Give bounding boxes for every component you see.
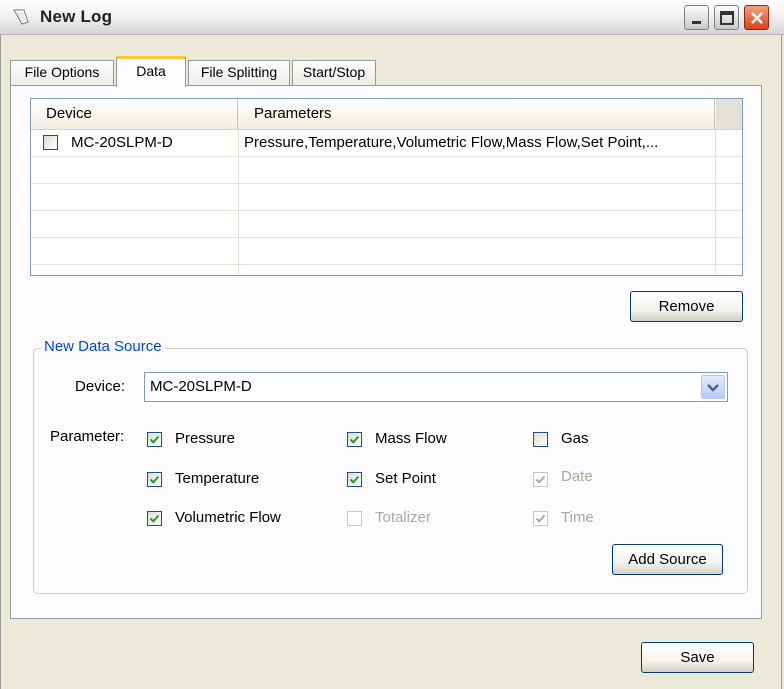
data-sources-grid[interactable]: Device Parameters MC-20SLPM-D Pressure,T… xyxy=(30,98,743,276)
checkmark-icon xyxy=(535,475,546,484)
totalizer-label: Totalizer xyxy=(375,509,431,526)
empty-row xyxy=(31,238,742,265)
empty-row xyxy=(31,184,742,211)
grid-header: Device Parameters xyxy=(31,99,742,130)
tab-file-splitting[interactable]: File Splitting xyxy=(188,60,290,85)
grid-header-filler xyxy=(716,99,742,129)
checkmark-icon xyxy=(349,435,360,444)
minimize-icon xyxy=(692,21,701,24)
tab-start-stop[interactable]: Start/Stop xyxy=(292,60,376,85)
row-device: MC-20SLPM-D xyxy=(71,134,173,151)
set-point-checkbox[interactable] xyxy=(347,472,362,487)
device-dropdown[interactable]: MC-20SLPM-D xyxy=(144,372,728,402)
set-point-label: Set Point xyxy=(375,470,436,487)
row-parameters: Pressure,Temperature,Volumetric Flow,Mas… xyxy=(244,134,659,151)
app-icon xyxy=(13,9,29,25)
checkmark-icon xyxy=(149,435,160,444)
maximize-icon xyxy=(720,11,734,25)
minimize-button[interactable] xyxy=(684,5,709,30)
mass-flow-checkbox[interactable] xyxy=(347,432,362,447)
device-dropdown-value: MC-20SLPM-D xyxy=(150,378,252,395)
chevron-down-icon xyxy=(707,384,719,392)
empty-row xyxy=(31,157,742,184)
window-title: New Log xyxy=(40,7,113,26)
close-button[interactable] xyxy=(744,5,769,30)
maximize-button[interactable] xyxy=(714,5,739,30)
mass-flow-label: Mass Flow xyxy=(375,430,447,447)
temperature-checkbox[interactable] xyxy=(147,472,162,487)
tab-data[interactable]: Data xyxy=(116,56,186,87)
date-label: Date xyxy=(561,468,593,485)
checkmark-icon xyxy=(349,475,360,484)
device-label: Device: xyxy=(75,378,126,395)
gas-checkbox[interactable] xyxy=(533,432,548,447)
date-checkbox[interactable] xyxy=(533,472,548,487)
empty-row xyxy=(31,265,742,275)
time-checkbox[interactable] xyxy=(533,511,548,526)
volumetric-flow-checkbox[interactable] xyxy=(147,511,162,526)
close-icon xyxy=(751,12,763,24)
tab-file-options[interactable]: File Options xyxy=(10,60,114,85)
add-source-button[interactable]: Add Source xyxy=(612,544,723,575)
temperature-label: Temperature xyxy=(175,470,260,487)
pressure-checkbox[interactable] xyxy=(147,432,162,447)
checkmark-icon xyxy=(149,514,160,523)
checkmark-icon xyxy=(535,514,546,523)
title-bar[interactable]: New Log xyxy=(0,0,784,35)
gas-label: Gas xyxy=(561,430,589,447)
column-header-parameters[interactable]: Parameters xyxy=(239,99,715,129)
volumetric-flow-label: Volumetric Flow xyxy=(175,509,281,526)
parameter-label: Parameter: xyxy=(50,428,125,445)
checkmark-icon xyxy=(149,475,160,484)
empty-row xyxy=(31,211,742,238)
dropdown-button[interactable] xyxy=(701,375,725,399)
pressure-label: Pressure xyxy=(175,430,236,447)
group-legend: New Data Source xyxy=(41,338,165,355)
remove-button[interactable]: Remove xyxy=(630,291,743,322)
time-label: Time xyxy=(561,509,594,526)
save-button[interactable]: Save xyxy=(641,642,754,673)
column-header-device[interactable]: Device xyxy=(31,99,238,129)
totalizer-checkbox[interactable] xyxy=(347,511,362,526)
row-select-checkbox[interactable] xyxy=(43,135,58,150)
table-row[interactable]: MC-20SLPM-D Pressure,Temperature,Volumet… xyxy=(31,130,742,157)
